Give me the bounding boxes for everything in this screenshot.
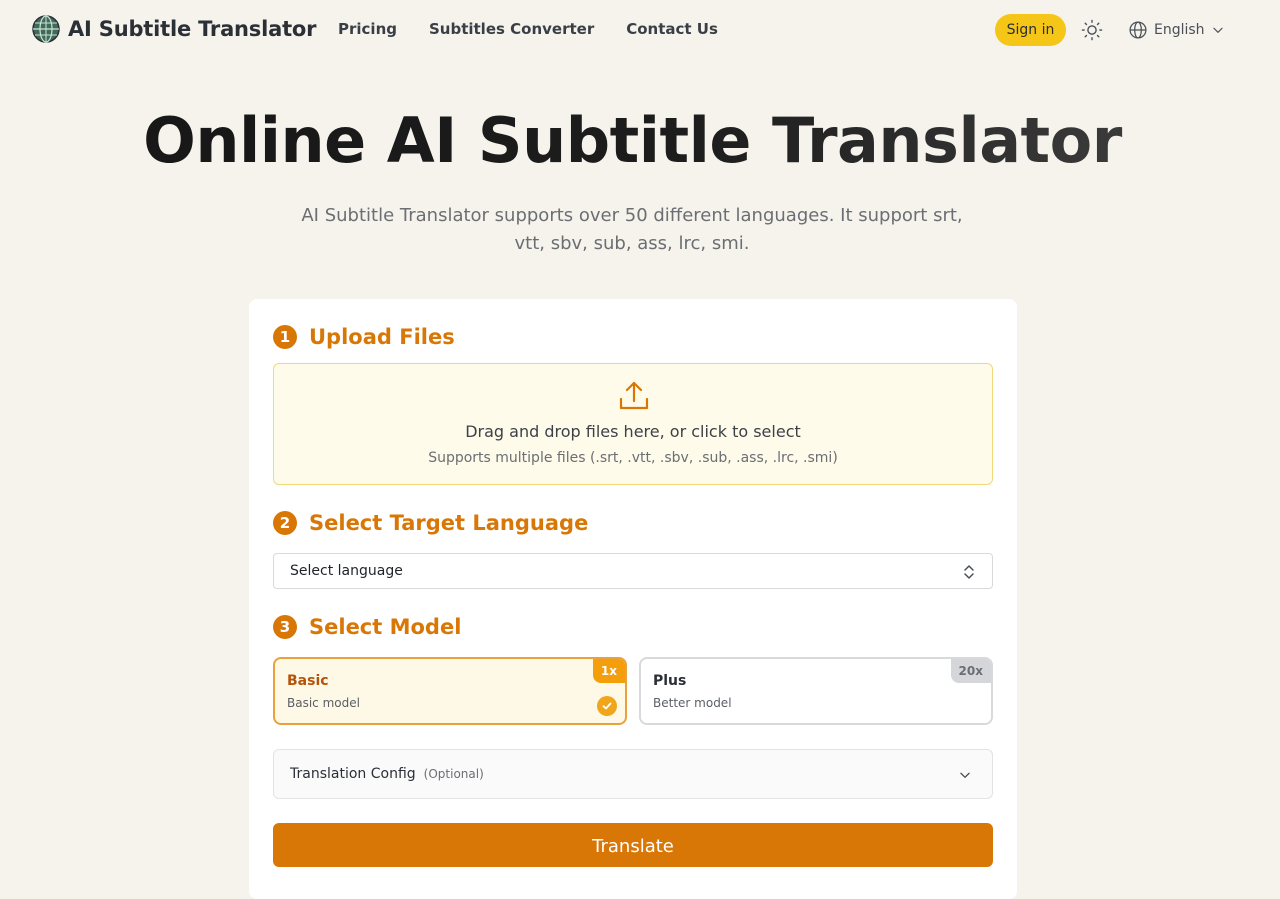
language-label: English <box>1154 22 1205 38</box>
theme-toggle-button[interactable] <box>1080 18 1104 42</box>
sun-icon <box>1081 19 1103 41</box>
globe-icon <box>1129 21 1147 39</box>
translator-card: 1 Upload Files Drag and drop files here,… <box>249 299 1017 899</box>
step-number: 2 <box>273 511 297 535</box>
main-nav: Pricing Subtitles Converter Contact Us <box>338 20 718 38</box>
sign-in-button[interactable]: Sign in <box>995 14 1066 46</box>
language-switcher[interactable]: English <box>1122 16 1231 44</box>
model-description: Better model <box>653 696 732 710</box>
upload-icon <box>619 381 649 410</box>
section-select-model: 3 Select Model <box>273 615 461 639</box>
model-description: Basic model <box>287 696 360 710</box>
dropzone-supported-formats: Supports multiple files (.srt, .vtt, .sb… <box>428 450 838 466</box>
brand-logo-link[interactable]: AI Subtitle Translator <box>32 15 317 43</box>
page-title: Online AI Subtitle Translator <box>0 104 1265 177</box>
file-dropzone[interactable]: Drag and drop files here, or click to se… <box>273 363 993 485</box>
section-upload-files: 1 Upload Files <box>273 325 455 349</box>
model-option-basic[interactable]: Basic Basic model 1x <box>273 657 627 725</box>
check-icon <box>597 696 617 716</box>
translate-button[interactable]: Translate <box>273 823 993 867</box>
config-label: Translation Config <box>290 766 416 782</box>
step-number: 3 <box>273 615 297 639</box>
chevron-down-icon <box>1212 27 1223 33</box>
nav-link-subtitles-converter[interactable]: Subtitles Converter <box>429 20 594 38</box>
model-cost-badge: 1x <box>592 659 625 683</box>
chevron-up-down-icon <box>964 565 974 579</box>
page-subtitle: AI Subtitle Translator supports over 50 … <box>301 205 963 254</box>
model-cost-badge: 20x <box>950 659 991 683</box>
step-number: 1 <box>273 325 297 349</box>
top-navbar: AI Subtitle Translator Pricing Subtitles… <box>0 0 1280 60</box>
config-optional-hint: (Optional) <box>423 767 484 781</box>
model-name: Basic <box>287 673 329 689</box>
model-name: Plus <box>653 673 687 689</box>
globe-logo-icon <box>32 15 60 43</box>
section-heading: Upload Files <box>309 325 455 349</box>
nav-link-contact-us[interactable]: Contact Us <box>626 20 718 38</box>
nav-link-pricing[interactable]: Pricing <box>338 20 397 38</box>
target-language-select[interactable]: Select language <box>273 553 993 589</box>
translation-config-accordion[interactable]: Translation Config (Optional) <box>273 749 993 799</box>
brand-title: AI Subtitle Translator <box>68 17 317 41</box>
chevron-down-icon <box>960 772 970 778</box>
select-value: Select language <box>290 563 403 579</box>
dropzone-instruction: Drag and drop files here, or click to se… <box>465 422 801 441</box>
section-heading: Select Model <box>309 615 462 639</box>
section-heading: Select Target Language <box>309 511 589 535</box>
model-option-plus[interactable]: Plus Better model 20x <box>639 657 993 725</box>
section-target-language: 2 Select Target Language <box>273 511 588 535</box>
